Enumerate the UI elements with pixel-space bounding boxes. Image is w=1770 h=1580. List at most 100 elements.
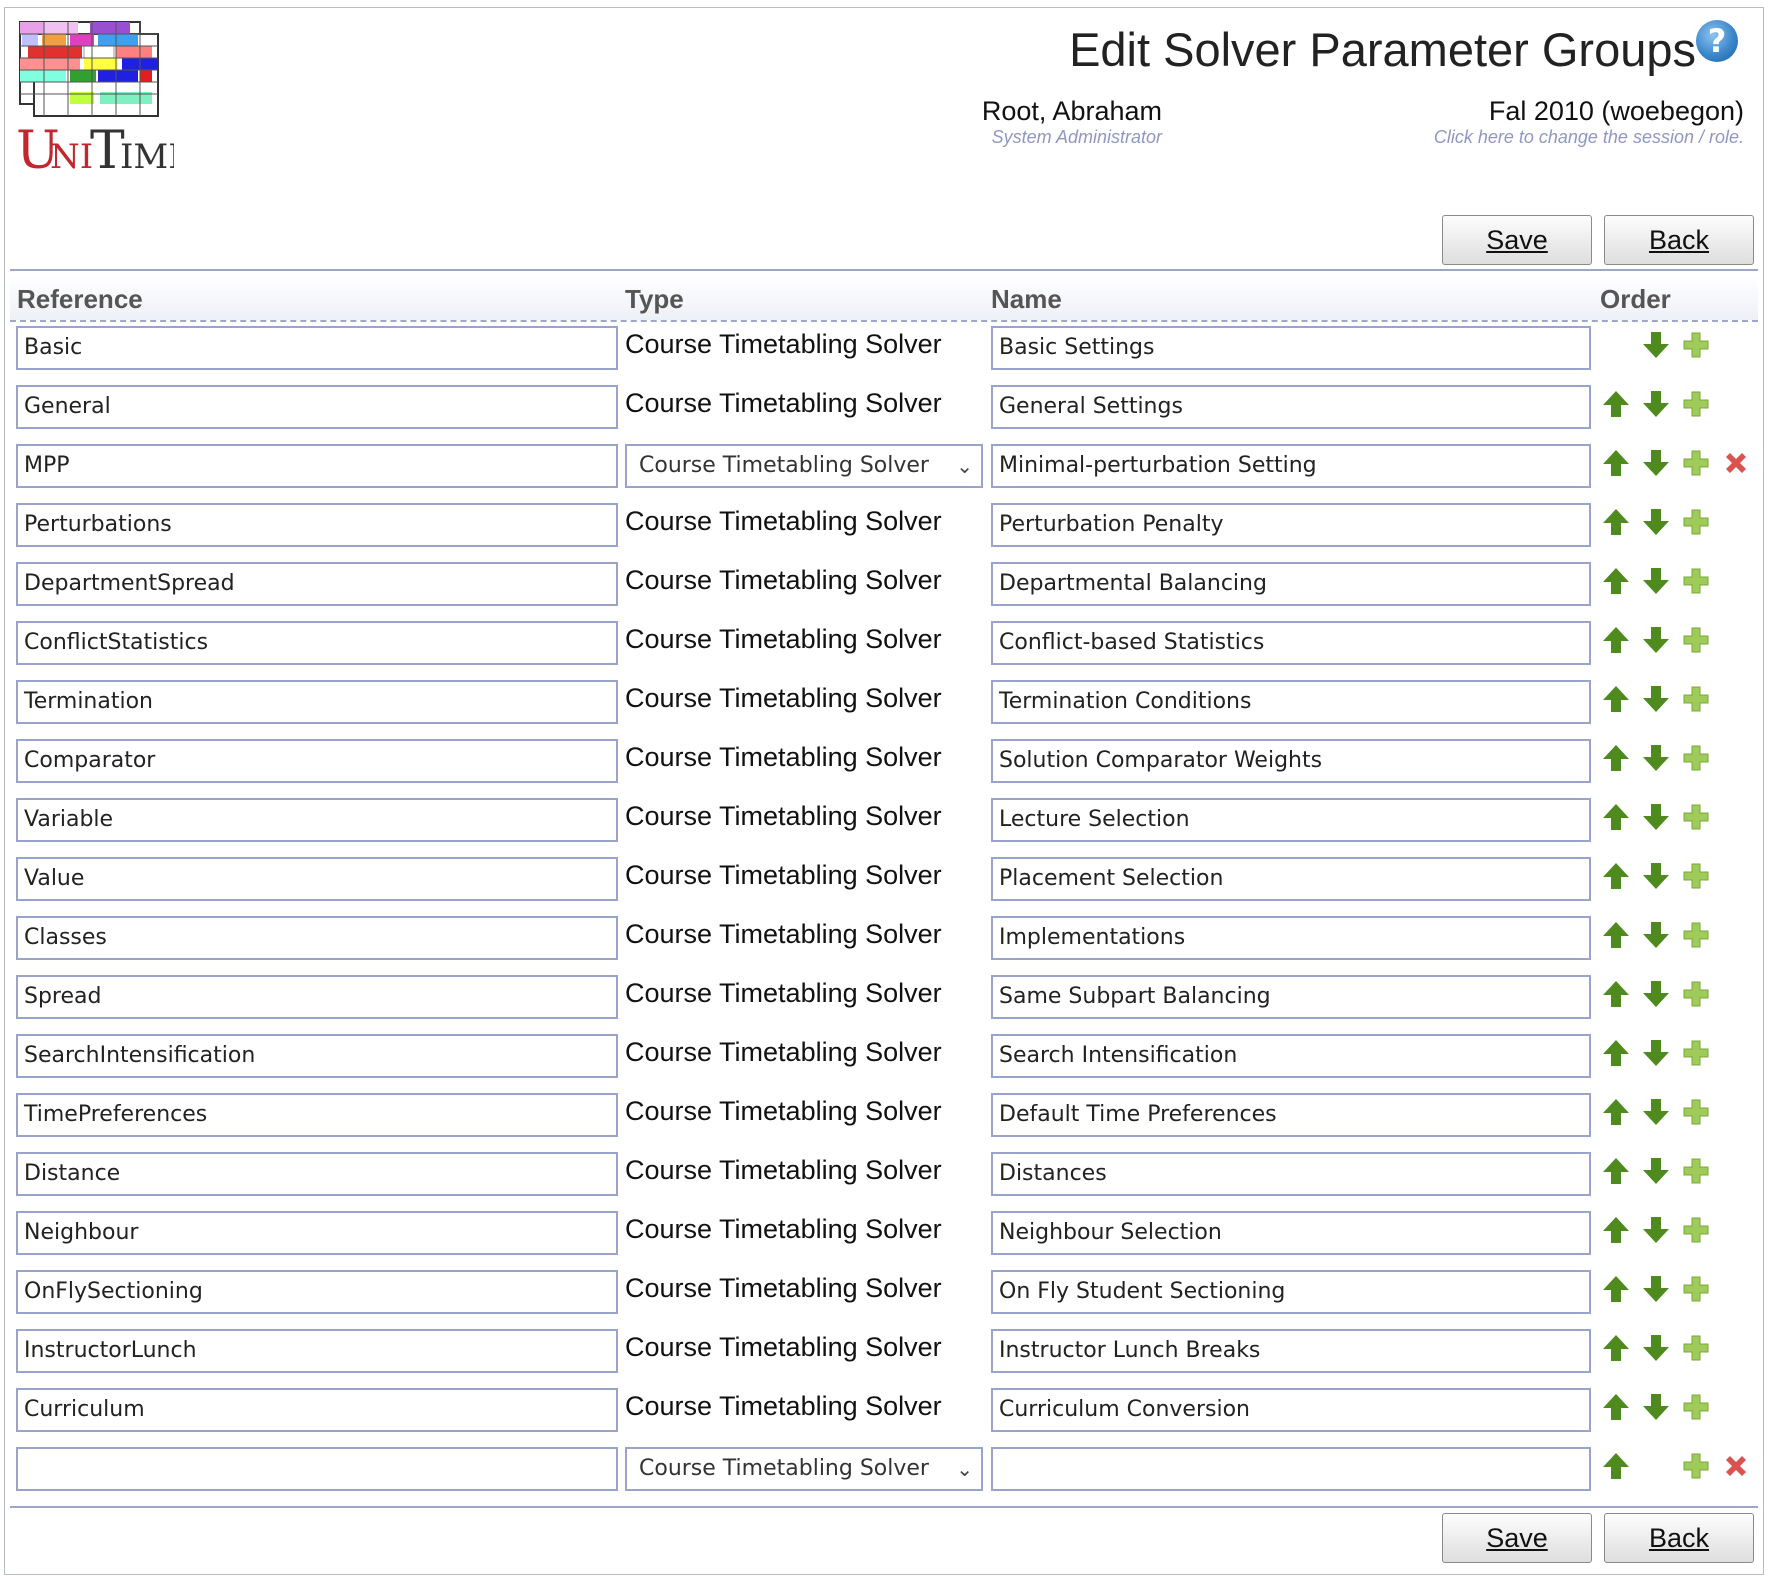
add-row-icon[interactable] [1680, 1037, 1712, 1069]
name-input[interactable]: Same Subpart Balancing [991, 975, 1591, 1019]
name-input[interactable]: Termination Conditions [991, 680, 1591, 724]
move-down-icon[interactable] [1640, 1273, 1672, 1305]
type-select[interactable]: Course Timetabling Solver ⌄ [625, 1447, 983, 1491]
reference-input[interactable]: Classes [16, 916, 618, 960]
name-input[interactable]: Neighbour Selection [991, 1211, 1591, 1255]
move-up-icon[interactable] [1600, 1037, 1632, 1069]
reference-input[interactable]: Curriculum [16, 1388, 618, 1432]
move-up-icon[interactable] [1600, 1273, 1632, 1305]
add-row-icon[interactable] [1680, 742, 1712, 774]
add-row-icon[interactable] [1680, 919, 1712, 951]
move-down-icon[interactable] [1640, 1391, 1672, 1423]
reference-input[interactable]: Distance [16, 1152, 618, 1196]
move-up-icon[interactable] [1600, 860, 1632, 892]
add-row-icon[interactable] [1680, 388, 1712, 420]
name-input[interactable]: Distances [991, 1152, 1591, 1196]
reference-input[interactable]: Neighbour [16, 1211, 618, 1255]
move-down-icon[interactable] [1640, 978, 1672, 1010]
name-input[interactable] [991, 1447, 1591, 1491]
move-down-icon[interactable] [1640, 388, 1672, 420]
move-down-icon[interactable] [1640, 1214, 1672, 1246]
name-input[interactable]: Placement Selection [991, 857, 1591, 901]
move-up-icon[interactable] [1600, 506, 1632, 538]
reference-input[interactable]: MPP [16, 444, 618, 488]
move-up-icon[interactable] [1600, 447, 1632, 479]
move-down-icon[interactable] [1640, 1037, 1672, 1069]
name-input[interactable]: Minimal-perturbation Setting [991, 444, 1591, 488]
delete-row-icon[interactable] [1720, 447, 1752, 479]
move-up-icon[interactable] [1600, 1391, 1632, 1423]
add-row-icon[interactable] [1680, 1273, 1712, 1305]
reference-input[interactable]: General [16, 385, 618, 429]
add-row-icon[interactable] [1680, 1391, 1712, 1423]
add-row-icon[interactable] [1680, 565, 1712, 597]
add-row-icon[interactable] [1680, 506, 1712, 538]
name-input[interactable]: Basic Settings [991, 326, 1591, 370]
name-input[interactable]: Instructor Lunch Breaks [991, 1329, 1591, 1373]
back-button-bottom[interactable]: Back [1604, 1513, 1754, 1563]
type-select[interactable]: Course Timetabling Solver ⌄ [625, 444, 983, 488]
move-up-icon[interactable] [1600, 1450, 1632, 1482]
add-row-icon[interactable] [1680, 1450, 1712, 1482]
add-row-icon[interactable] [1680, 624, 1712, 656]
add-row-icon[interactable] [1680, 1096, 1712, 1128]
add-row-icon[interactable] [1680, 1155, 1712, 1187]
name-input[interactable]: Perturbation Penalty [991, 503, 1591, 547]
name-input[interactable]: Implementations [991, 916, 1591, 960]
reference-input[interactable]: Termination [16, 680, 618, 724]
add-row-icon[interactable] [1680, 329, 1712, 361]
add-row-icon[interactable] [1680, 860, 1712, 892]
move-up-icon[interactable] [1600, 742, 1632, 774]
add-row-icon[interactable] [1680, 978, 1712, 1010]
name-input[interactable]: Lecture Selection [991, 798, 1591, 842]
add-row-icon[interactable] [1680, 447, 1712, 479]
name-input[interactable]: Search Intensification [991, 1034, 1591, 1078]
name-input[interactable]: Departmental Balancing [991, 562, 1591, 606]
name-input[interactable]: Solution Comparator Weights [991, 739, 1591, 783]
move-up-icon[interactable] [1600, 1214, 1632, 1246]
name-input[interactable]: On Fly Student Sectioning [991, 1270, 1591, 1314]
move-up-icon[interactable] [1600, 683, 1632, 715]
name-input[interactable]: General Settings [991, 385, 1591, 429]
move-down-icon[interactable] [1640, 329, 1672, 361]
reference-input[interactable]: Spread [16, 975, 618, 1019]
move-up-icon[interactable] [1600, 978, 1632, 1010]
move-up-icon[interactable] [1600, 388, 1632, 420]
reference-input[interactable]: ConflictStatistics [16, 621, 618, 665]
reference-input[interactable]: Value [16, 857, 618, 901]
reference-input[interactable]: Basic [16, 326, 618, 370]
move-down-icon[interactable] [1640, 1096, 1672, 1128]
reference-input[interactable]: InstructorLunch [16, 1329, 618, 1373]
move-down-icon[interactable] [1640, 801, 1672, 833]
move-down-icon[interactable] [1640, 1332, 1672, 1364]
name-input[interactable]: Conflict-based Statistics [991, 621, 1591, 665]
move-up-icon[interactable] [1600, 624, 1632, 656]
add-row-icon[interactable] [1680, 1332, 1712, 1364]
move-up-icon[interactable] [1600, 1332, 1632, 1364]
save-button-top[interactable]: Save [1442, 215, 1592, 265]
move-down-icon[interactable] [1640, 624, 1672, 656]
move-down-icon[interactable] [1640, 1155, 1672, 1187]
move-up-icon[interactable] [1600, 919, 1632, 951]
reference-input[interactable]: DepartmentSpread [16, 562, 618, 606]
move-up-icon[interactable] [1600, 1096, 1632, 1128]
name-input[interactable]: Default Time Preferences [991, 1093, 1591, 1137]
name-input[interactable]: Curriculum Conversion [991, 1388, 1591, 1432]
move-down-icon[interactable] [1640, 742, 1672, 774]
move-up-icon[interactable] [1600, 1155, 1632, 1187]
move-up-icon[interactable] [1600, 565, 1632, 597]
session-info[interactable]: Fal 2010 (woebegon) Click here to change… [1434, 96, 1744, 148]
move-down-icon[interactable] [1640, 565, 1672, 597]
add-row-icon[interactable] [1680, 1214, 1712, 1246]
add-row-icon[interactable] [1680, 683, 1712, 715]
reference-input[interactable]: OnFlySectioning [16, 1270, 618, 1314]
back-button-top[interactable]: Back [1604, 215, 1754, 265]
reference-input[interactable]: Variable [16, 798, 618, 842]
save-button-bottom[interactable]: Save [1442, 1513, 1592, 1563]
help-icon[interactable]: ? [1696, 20, 1738, 62]
move-down-icon[interactable] [1640, 506, 1672, 538]
reference-input[interactable]: TimePreferences [16, 1093, 618, 1137]
reference-input[interactable]: Comparator [16, 739, 618, 783]
user-info[interactable]: Root, Abraham System Administrator [982, 96, 1162, 148]
move-down-icon[interactable] [1640, 919, 1672, 951]
